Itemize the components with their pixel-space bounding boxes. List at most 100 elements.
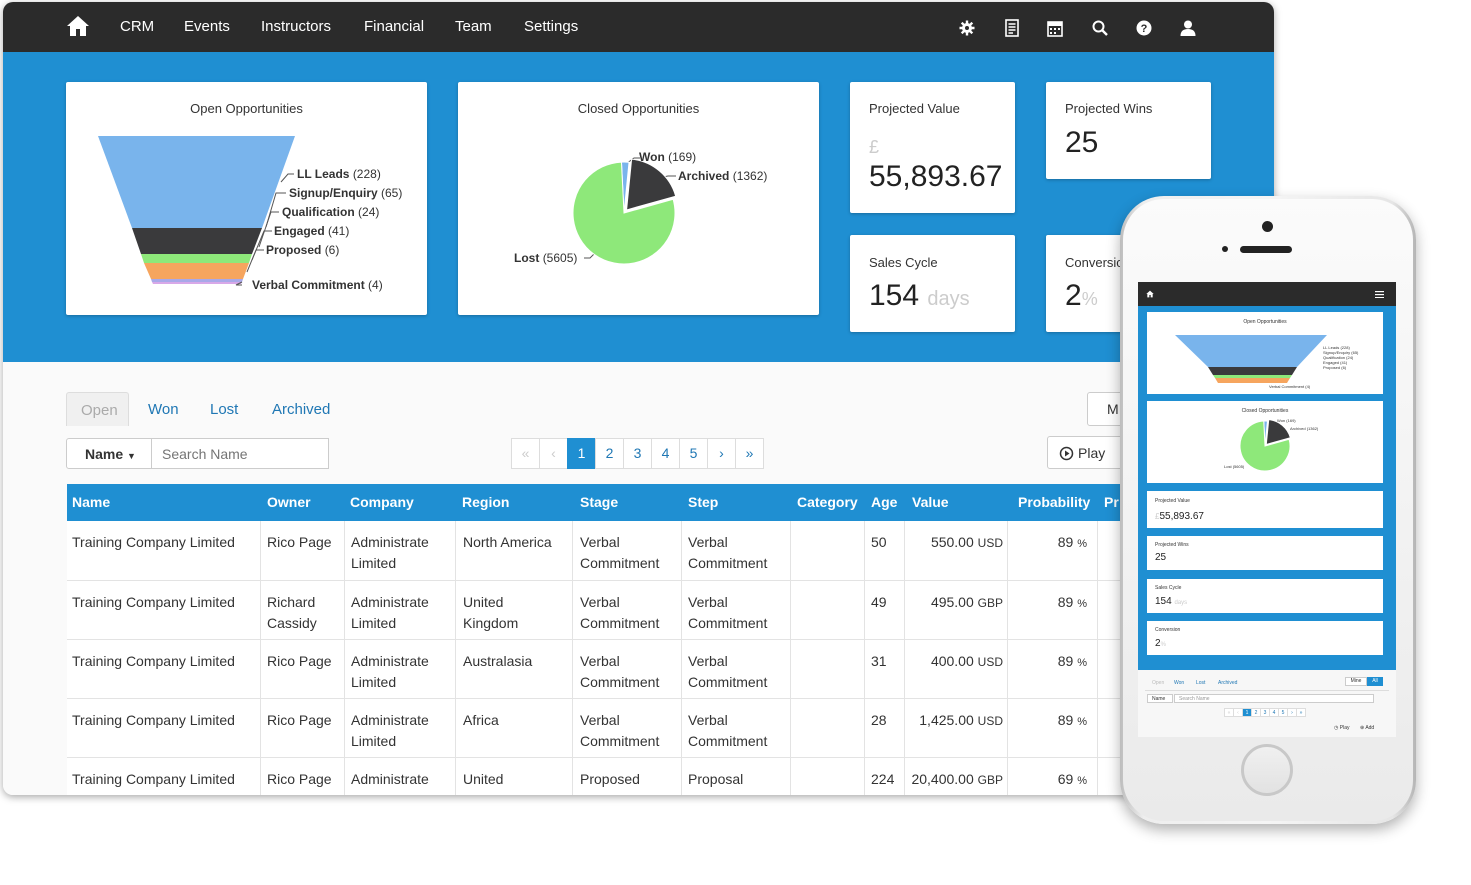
column-divider [260, 758, 261, 795]
mobile-add-button[interactable]: ⊕ Add [1360, 725, 1374, 731]
cell-probability: 89 % [1017, 532, 1087, 555]
mobile-tab-archived[interactable]: Archived [1218, 680, 1237, 686]
cell-name[interactable]: Training Company Limited [72, 592, 235, 613]
gear-icon[interactable] [958, 19, 976, 37]
nav-events[interactable]: Events [184, 18, 230, 35]
cell-line: Commitment [580, 615, 660, 631]
col-company[interactable]: Company [350, 494, 414, 510]
col-owner[interactable]: Owner [267, 494, 311, 510]
mobile-tab-open[interactable]: Open [1152, 680, 1164, 686]
mobile-open-opportunities-card: Open Opportunities LL Leads (228) Signup/… [1147, 312, 1383, 394]
cell-line: United [463, 594, 504, 610]
cell-line: Limited [351, 733, 397, 749]
cell-name[interactable]: Training Company Limited [72, 710, 235, 731]
cell-step: Verbal Commitment [688, 592, 767, 634]
cell-name[interactable]: Training Company Limited [72, 651, 235, 672]
mobile-home-icon[interactable] [1146, 290, 1154, 298]
cell-step: Proposal Submitted [688, 769, 751, 795]
page-4[interactable]: 4 [651, 438, 680, 469]
mobile-tab-lost[interactable]: Lost [1196, 680, 1205, 686]
cell-name[interactable]: Training Company Limited [72, 769, 235, 790]
table-row[interactable]: Training Company Limited Rico Page Adminis… [67, 521, 1274, 581]
column-divider [681, 640, 682, 698]
projected-wins-label: Projected Wins [1065, 101, 1153, 116]
caret-down-icon: ▼ [127, 451, 136, 461]
page-next[interactable]: › [707, 438, 736, 469]
help-icon[interactable]: ? [1135, 19, 1153, 37]
home-icon[interactable] [66, 14, 90, 38]
cell-line: Proposal [688, 771, 744, 787]
table-row[interactable]: Training Company Limited Richard Cassidy Ad… [67, 581, 1274, 640]
column-divider [344, 581, 345, 639]
name-filter-dropdown[interactable]: Name ▼ [66, 438, 152, 469]
column-divider [344, 521, 345, 580]
nav-crm[interactable]: CRM [120, 18, 154, 35]
col-pr[interactable]: Pr [1104, 494, 1119, 510]
tab-lost[interactable]: Lost [196, 392, 252, 426]
col-value[interactable]: Value [912, 494, 949, 510]
sales-cycle-value: 154 days [869, 279, 970, 312]
tab-open[interactable]: Open [66, 392, 129, 426]
opportunities-list-section: Open Won Lost Archived M Name ▼ « ‹ 1 2 … [3, 362, 1274, 795]
cell-step: Verbal Commitment [688, 710, 767, 752]
nav-settings[interactable]: Settings [524, 18, 578, 35]
cell-probability: 89 % [1017, 651, 1087, 674]
column-divider [864, 758, 865, 795]
cell-stage: Proposed [580, 769, 640, 790]
cell-region: United Kingdom [463, 769, 518, 795]
mobile-page-last[interactable]: » [1296, 708, 1306, 717]
mobile-name-dropdown[interactable]: Name [1147, 694, 1173, 703]
tab-won[interactable]: Won [134, 392, 193, 426]
search-icon[interactable] [1091, 19, 1109, 37]
column-divider [344, 640, 345, 698]
nav-team[interactable]: Team [455, 18, 492, 35]
column-divider [1097, 640, 1098, 698]
value-currency: USD [977, 655, 1003, 669]
page-last[interactable]: » [735, 438, 764, 469]
table-row[interactable]: Training Company Limited Rico Page Adminis… [67, 640, 1274, 699]
value-amount: 550.00 [930, 534, 974, 550]
mobile-search-input[interactable]: Search Name [1174, 694, 1374, 703]
col-region[interactable]: Region [462, 494, 509, 510]
user-icon[interactable] [1179, 19, 1197, 37]
probability-value: 69 [1057, 771, 1074, 787]
col-step[interactable]: Step [688, 494, 718, 510]
mobile-tab-won[interactable]: Won [1174, 680, 1184, 686]
page-3[interactable]: 3 [623, 438, 652, 469]
column-divider [790, 521, 791, 580]
projected-value-card: Projected Value £ 55,893.67 [850, 82, 1015, 213]
calendar-icon[interactable] [1046, 19, 1064, 37]
play-button[interactable]: Play [1047, 436, 1131, 469]
col-age[interactable]: Age [871, 494, 897, 510]
tab-archived[interactable]: Archived [258, 392, 344, 426]
mobile-mine-button[interactable]: Mine [1345, 677, 1367, 686]
mobile-sales-cycle: 154 days [1155, 596, 1188, 607]
col-probability[interactable]: Probability [1018, 494, 1090, 510]
value-amount: 20,400.00 [911, 771, 974, 787]
mobile-projected-value-card: Projected Value £55,893.67 [1147, 491, 1383, 528]
mobile-conversion: 2% [1155, 638, 1166, 649]
table-row[interactable]: Training Company Limited Rico Page Adminis… [67, 699, 1274, 758]
page-first[interactable]: « [511, 438, 540, 469]
cell-line: Limited [351, 615, 397, 631]
document-icon[interactable] [1003, 19, 1021, 37]
table-row[interactable]: Training Company Limited Rico Page Adminis… [67, 758, 1274, 795]
page-2[interactable]: 2 [595, 438, 624, 469]
page-5[interactable]: 5 [679, 438, 708, 469]
mobile-pagination: «‹ 1 2 3 4 5 ›» [1224, 708, 1306, 717]
cell-value: 550.00 USD [887, 532, 1003, 554]
nav-instructors[interactable]: Instructors [261, 18, 331, 35]
mobile-menu-icon[interactable] [1375, 291, 1384, 298]
col-category[interactable]: Category [797, 494, 858, 510]
mobile-sales-cycle-card: Sales Cycle 154 days [1147, 579, 1383, 613]
mobile-play-button[interactable]: ◷ Play [1334, 725, 1350, 731]
page-prev[interactable]: ‹ [539, 438, 568, 469]
search-input[interactable] [152, 438, 329, 469]
mobile-all-button[interactable]: All [1367, 677, 1383, 686]
col-name[interactable]: Name [72, 494, 110, 510]
nav-financial[interactable]: Financial [364, 18, 424, 35]
col-stage[interactable]: Stage [580, 494, 618, 510]
page-1[interactable]: 1 [567, 438, 596, 469]
cell-name[interactable]: Training Company Limited [72, 532, 235, 553]
cell-line: Commitment [580, 733, 660, 749]
